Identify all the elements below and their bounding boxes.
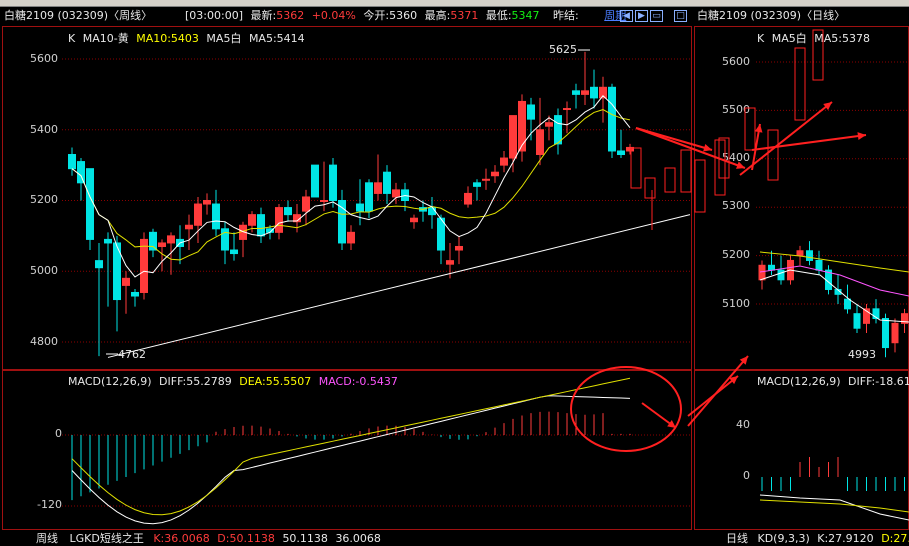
candle-body [491, 171, 499, 177]
candle-body [302, 196, 310, 212]
candle-body [365, 182, 373, 212]
candle-body [374, 182, 382, 194]
diff-line [71, 395, 631, 525]
candle-body [446, 260, 454, 265]
candle-body [410, 217, 418, 223]
candle-body [882, 318, 889, 349]
candle-body [536, 129, 544, 156]
candle-body [796, 250, 804, 257]
candle-body [545, 122, 553, 127]
candle-body [428, 207, 436, 216]
candle-body [203, 200, 211, 205]
trend-line [107, 214, 691, 358]
candle-body [257, 214, 265, 237]
projected-candle [664, 167, 676, 193]
candle-body [758, 264, 766, 281]
projected-candle [630, 147, 642, 189]
candle-body [464, 192, 472, 205]
candle-body [248, 214, 256, 226]
candle-body [853, 313, 861, 329]
candle-body [891, 322, 899, 344]
candle-body [284, 207, 292, 216]
candle-body [158, 242, 166, 247]
candle-body [185, 224, 193, 230]
candle-body [455, 245, 463, 251]
candle-body [194, 203, 202, 226]
candle-body [311, 164, 319, 198]
candle-body [392, 189, 400, 198]
candle-body [527, 104, 535, 120]
projected-candle [644, 177, 656, 199]
candle-body [482, 178, 490, 181]
candle-body [86, 168, 94, 240]
candle-body [167, 235, 175, 244]
candle-body [131, 291, 139, 297]
candle-body [768, 264, 775, 271]
candle-body [140, 238, 148, 293]
projected-candle [812, 29, 824, 81]
candle-body [844, 298, 851, 310]
candle-body [608, 86, 616, 152]
candle-body [275, 207, 283, 233]
candle-body [806, 250, 813, 261]
candle-body [777, 269, 785, 281]
candle-body [518, 100, 526, 152]
candle-body [230, 249, 238, 255]
candle-body [68, 154, 76, 170]
candle-body [356, 203, 364, 212]
candle-body [95, 260, 103, 269]
projected-candle [744, 107, 756, 151]
annotation-arrow [751, 134, 867, 151]
candle-body [563, 108, 571, 111]
candle-body [347, 231, 355, 244]
candle-body [122, 277, 130, 286]
candle-body [329, 164, 337, 201]
candle-body [338, 200, 346, 244]
candle-body [617, 150, 625, 156]
dea-line [71, 377, 631, 516]
highlight-circle [570, 366, 682, 452]
candle-body [149, 231, 157, 251]
projected-candle [694, 159, 706, 213]
projected-candle [767, 129, 779, 181]
right-diff-line [759, 494, 909, 521]
arrowhead [754, 124, 763, 133]
candle-body [320, 200, 328, 202]
candle-body [815, 259, 823, 271]
candle-body [554, 115, 562, 145]
projected-candle [714, 139, 726, 196]
annotation-arrow [687, 375, 739, 417]
candle-body [572, 90, 580, 95]
candle-body [509, 115, 517, 159]
candle-body [590, 86, 598, 99]
candle-body [212, 203, 220, 230]
chart-canvas [62, 29, 909, 525]
candle-body [77, 161, 85, 184]
candle-body [383, 171, 391, 194]
right-dea-line [759, 499, 909, 513]
projected-candle [680, 149, 692, 193]
candle-body [104, 238, 112, 244]
candle-body [581, 90, 589, 95]
candle-body [500, 157, 508, 166]
candle-body [473, 182, 481, 187]
annotation-arrow [739, 101, 833, 176]
projected-candle [794, 47, 806, 121]
